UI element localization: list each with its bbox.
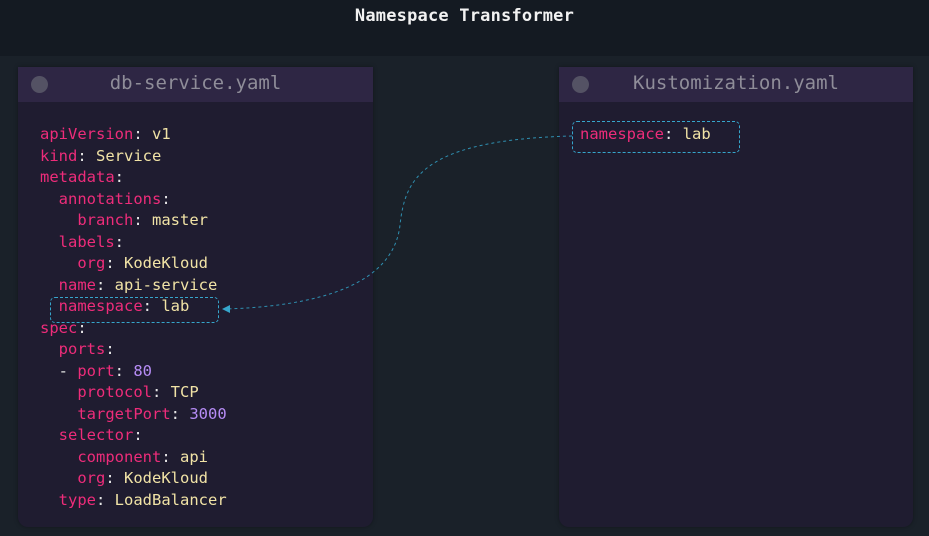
connector-arrow bbox=[222, 135, 573, 313]
connector-path bbox=[225, 135, 573, 310]
arrowhead-icon bbox=[222, 305, 230, 313]
